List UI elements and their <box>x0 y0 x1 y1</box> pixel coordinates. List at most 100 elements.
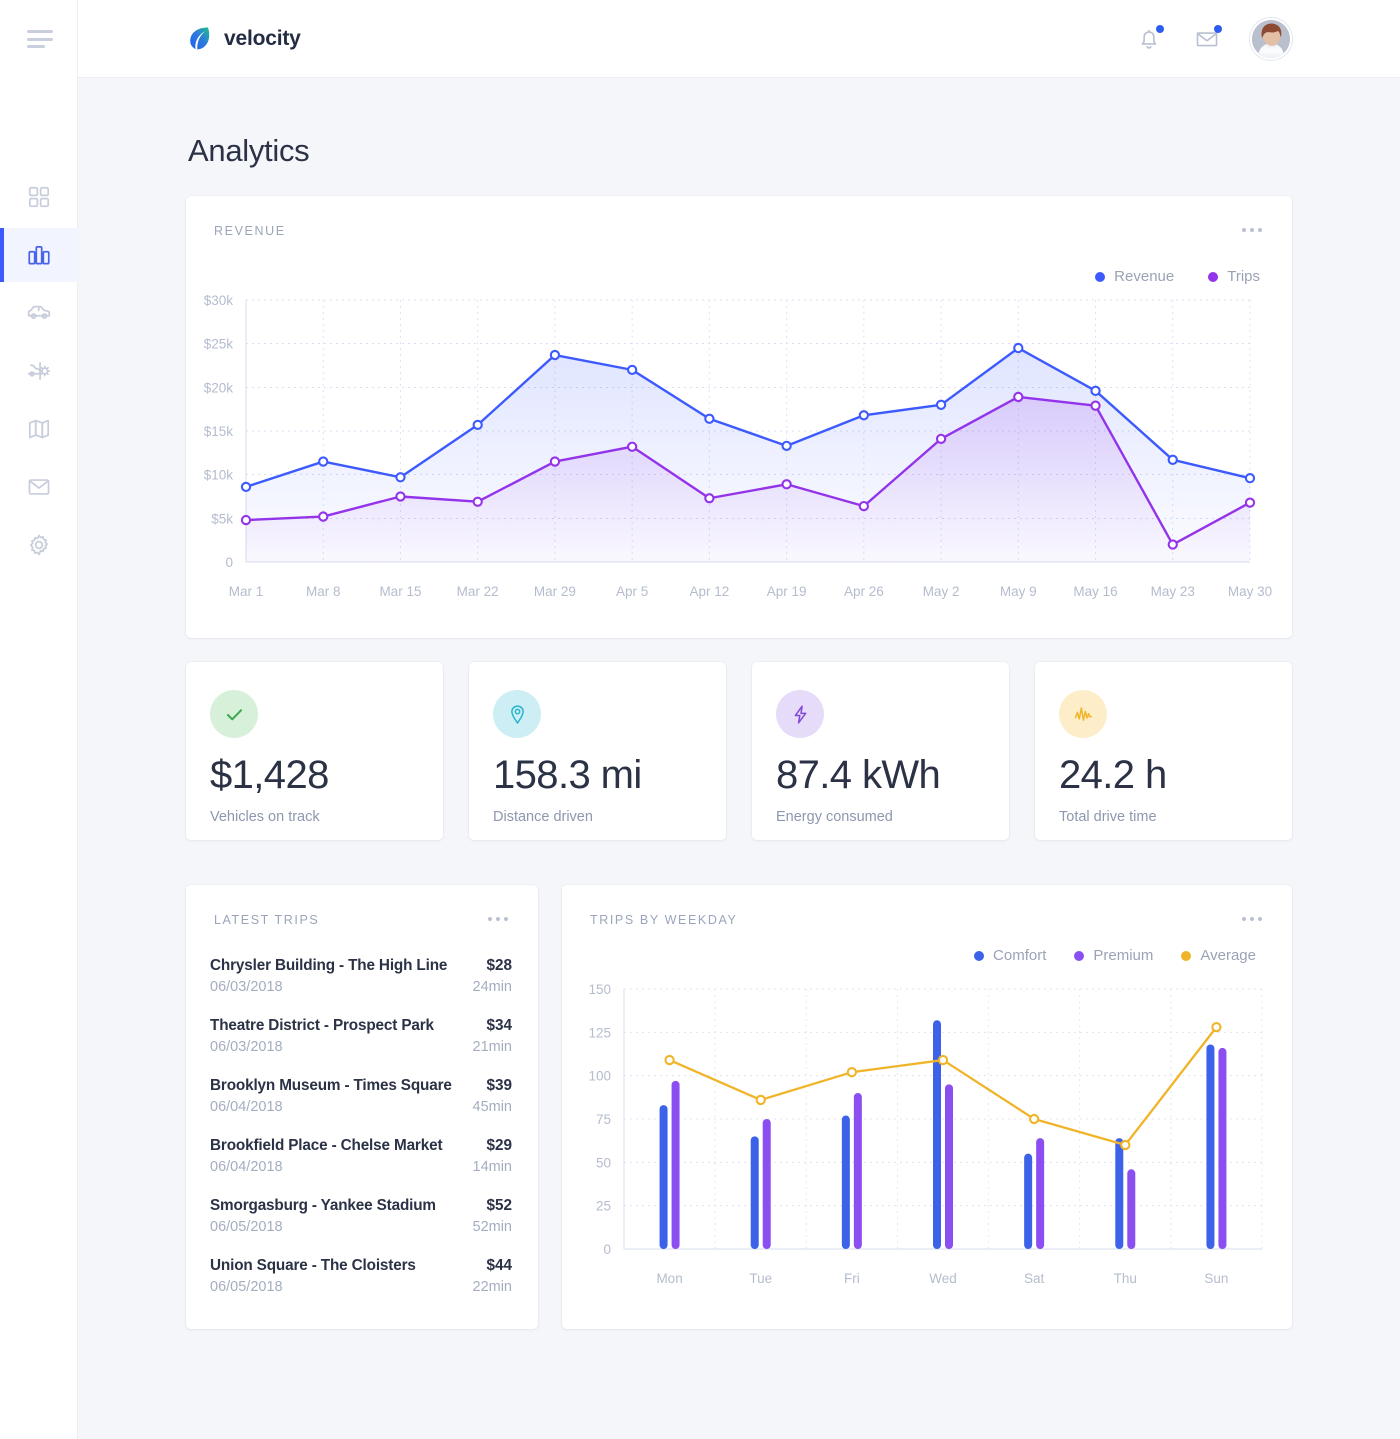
trip-duration: 22min <box>472 1279 513 1295</box>
revenue-card-more-button[interactable] <box>1242 224 1262 236</box>
trip-row-primary: Brooklyn Museum - Times Square $39 <box>210 1077 512 1095</box>
svg-text:Mon: Mon <box>656 1271 682 1286</box>
trip-row[interactable]: Union Square - The Cloisters $44 06/05/201… <box>210 1257 512 1295</box>
trip-row[interactable]: Brooklyn Museum - Times Square $39 06/04/2… <box>210 1077 512 1115</box>
svg-text:125: 125 <box>588 1025 611 1040</box>
svg-text:Apr 12: Apr 12 <box>689 584 729 599</box>
trip-row-primary: Brookfield Place - Chelse Market $29 <box>210 1137 512 1155</box>
svg-text:Fri: Fri <box>844 1271 860 1286</box>
map-pin-icon <box>510 704 524 724</box>
trip-date: 06/03/2018 <box>210 979 283 995</box>
stat-icon-wrap <box>776 690 824 738</box>
sidebar-item-vehicles[interactable] <box>0 286 78 340</box>
main-area: velocity Analytics REVENUE Revenue Trips… <box>78 0 1400 1439</box>
legend-item-revenue[interactable]: Revenue <box>1095 268 1174 285</box>
leaf-logo-icon <box>190 27 210 50</box>
map-icon <box>28 419 50 439</box>
legend-dot-comfort <box>974 950 985 961</box>
svg-text:Apr 5: Apr 5 <box>616 584 648 599</box>
svg-text:$25k: $25k <box>204 337 234 352</box>
stat-value: $1,428 <box>210 753 329 797</box>
legend-item-trips[interactable]: Trips <box>1208 268 1260 285</box>
hamburger-menu-icon[interactable] <box>27 30 53 48</box>
stat-card-energy: 87.4 kWh Energy consumed <box>752 662 1009 840</box>
stat-card-distance: 158.3 mi Distance driven <box>469 662 726 840</box>
stat-icon-wrap <box>493 690 541 738</box>
latest-trips-more-button[interactable] <box>488 913 508 925</box>
trip-price: $44 <box>486 1257 512 1274</box>
grid-icon <box>28 186 50 208</box>
kebab-dot <box>1250 228 1254 232</box>
revenue-chart-svg: 0 $5k $10k $15k $20k $25k $30k Mar 1 Mar 8 Mar 15… <box>204 293 1272 599</box>
brand-logo[interactable]: velocity <box>186 25 301 52</box>
sidebar-item-map[interactable] <box>0 402 78 456</box>
trip-price: $28 <box>486 957 512 974</box>
trip-date: 06/04/2018 <box>210 1099 283 1115</box>
sidebar-item-messages[interactable] <box>0 460 78 514</box>
messages-button[interactable] <box>1192 24 1222 54</box>
hamburger-line <box>27 37 53 41</box>
message-badge <box>1214 24 1222 33</box>
svg-text:$15k: $15k <box>204 424 234 439</box>
trip-row[interactable]: Theatre District - Prospect Park $34 06/03… <box>210 1017 512 1055</box>
trip-date: 06/05/2018 <box>210 1219 283 1235</box>
trip-name: Union Square - The Cloisters <box>210 1257 416 1274</box>
notification-badge <box>1156 24 1164 33</box>
legend-item-premium[interactable]: Premium <box>1074 947 1153 964</box>
car-settings-icon <box>27 362 51 380</box>
revenue-card-header: Revenue <box>186 196 1292 238</box>
legend-item-comfort[interactable]: Comfort <box>974 947 1046 964</box>
stat-caption: Energy consumed <box>776 809 893 825</box>
trip-price: $34 <box>486 1017 512 1034</box>
latest-trips-list: Chrysler Building - The High Line $28 06/0… <box>186 927 538 1295</box>
svg-text:May 9: May 9 <box>1000 584 1037 599</box>
legend-dot-average <box>1181 950 1192 961</box>
revenue-chart-legend: Revenue Trips <box>1095 268 1260 285</box>
trip-name: Brookfield Place - Chelse Market <box>210 1137 443 1154</box>
trip-row-secondary: 06/04/2018 14min <box>210 1159 512 1175</box>
trip-duration: 24min <box>472 979 513 995</box>
legend-label-revenue: Revenue <box>1114 268 1175 285</box>
svg-text:Sat: Sat <box>1024 1271 1045 1286</box>
sidebar-item-maintenance[interactable] <box>0 344 78 398</box>
kebab-dot <box>496 917 500 921</box>
trips-by-weekday-card: Trips by weekday Comfort <box>562 885 1292 1329</box>
notifications-button[interactable] <box>1134 24 1164 54</box>
kebab-dot <box>1242 228 1246 232</box>
stat-icon-wrap <box>210 690 258 738</box>
legend-item-average[interactable]: Average <box>1181 947 1256 964</box>
svg-text:Tue: Tue <box>749 1271 772 1286</box>
topbar-actions <box>1134 17 1292 60</box>
legend-dot-revenue <box>1095 271 1106 282</box>
stat-card-drivetime: 24.2 h Total drive time <box>1035 662 1292 840</box>
kebab-dot <box>504 917 508 921</box>
trip-name: Theatre District - Prospect Park <box>210 1017 434 1034</box>
avatar[interactable] <box>1250 17 1292 60</box>
sidebar-item-dashboard[interactable] <box>0 170 78 224</box>
hamburger-line <box>27 45 45 48</box>
stat-caption: Distance driven <box>493 809 593 825</box>
trip-row-secondary: 06/03/2018 24min <box>210 979 512 995</box>
legend-dot-premium <box>1074 950 1085 961</box>
trip-duration: 52min <box>472 1219 513 1235</box>
check-icon <box>226 708 242 720</box>
svg-text:0: 0 <box>225 555 233 570</box>
legend-label-comfort: Comfort <box>993 947 1047 964</box>
weekday-card-more-button[interactable] <box>1242 913 1262 925</box>
trip-row[interactable]: Smorgasburg - Yankee Stadium $52 06/05/201… <box>210 1197 512 1235</box>
trip-date: 06/04/2018 <box>210 1159 283 1175</box>
trip-row[interactable]: Brookfield Place - Chelse Market $29 06/04… <box>210 1137 512 1175</box>
user-avatar <box>1252 19 1290 58</box>
revenue-card: Revenue Revenue Trips <box>186 196 1292 638</box>
revenue-card-label: Revenue <box>214 224 286 238</box>
trip-row-primary: Union Square - The Cloisters $44 <box>210 1257 512 1275</box>
legend-dot-trips <box>1208 271 1219 282</box>
kebab-dot <box>1250 917 1254 921</box>
sidebar-item-settings[interactable] <box>0 518 78 572</box>
trip-row-secondary: 06/05/2018 22min <box>210 1279 512 1295</box>
trip-name: Brooklyn Museum - Times Square <box>210 1077 452 1094</box>
trip-duration: 45min <box>472 1099 513 1115</box>
weekday-chart-svg: 0 25 50 75 100 125 150 Mon Tue Fri Wed Sat Thu Sun <box>588 982 1263 1286</box>
sidebar-item-analytics[interactable] <box>0 228 78 282</box>
trip-row[interactable]: Chrysler Building - The High Line $28 06/0… <box>210 957 512 995</box>
